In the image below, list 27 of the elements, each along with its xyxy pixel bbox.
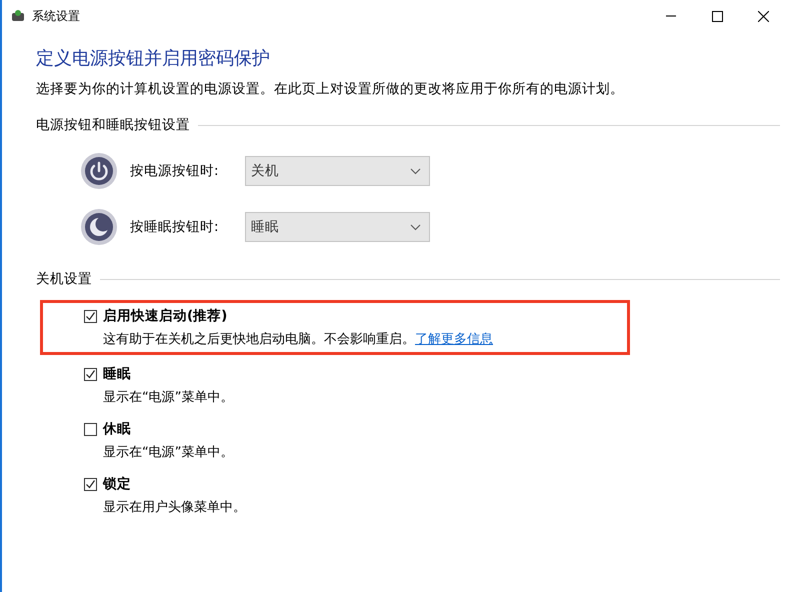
page-description: 选择要为你的计算机设置的电源设置。在此页上对设置所做的更改将应用于你所有的电源计划。 xyxy=(36,80,625,98)
window-title: 系统设置 xyxy=(32,8,81,24)
close-icon xyxy=(758,10,768,22)
moon-icon xyxy=(80,208,118,246)
section-title: 电源按钮和睡眠按钮设置 xyxy=(36,116,190,134)
option-label: 启用快速启动(推荐) xyxy=(103,307,228,325)
setting-label: 按睡眠按钮时: xyxy=(130,218,220,236)
section-title: 关机设置 xyxy=(36,270,92,288)
checkbox[interactable] xyxy=(84,422,97,436)
checkbox[interactable] xyxy=(84,310,97,322)
learn-more-link[interactable]: 了解更多信息 xyxy=(415,332,493,347)
setting-label: 按电源按钮时: xyxy=(130,162,220,180)
power-icon xyxy=(80,152,118,190)
option-label: 休眠 xyxy=(103,420,131,438)
option-description: 显示在“电源”菜单中。 xyxy=(103,444,234,461)
chevron-down-icon xyxy=(410,168,421,174)
checkbox[interactable] xyxy=(84,478,97,490)
option-description: 显示在用户头像菜单中。 xyxy=(103,499,247,516)
checkbox[interactable] xyxy=(84,368,97,380)
maximize-icon xyxy=(712,10,722,22)
page-heading: 定义电源按钮并启用密码保护 xyxy=(36,47,271,70)
chevron-down-icon xyxy=(410,224,421,230)
option-label: 锁定 xyxy=(103,475,131,493)
option-description: 显示在“电源”菜单中。 xyxy=(103,389,234,406)
app-icon xyxy=(10,8,26,24)
option-label: 睡眠 xyxy=(103,365,131,383)
option-description: 这有助于在关机之后更快地启动电脑。不会影响重启。了解更多信息 xyxy=(103,331,494,348)
